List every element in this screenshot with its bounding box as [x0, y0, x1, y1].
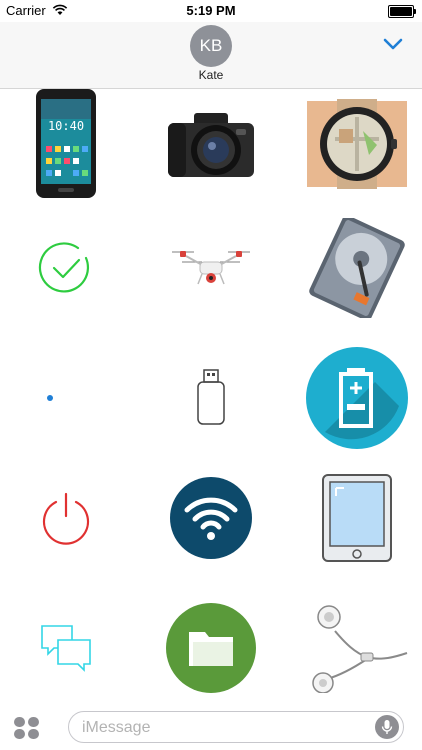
microphone-icon[interactable] [375, 715, 399, 739]
drone-sticker[interactable] [151, 213, 271, 323]
wifi-circle-sticker[interactable] [151, 463, 271, 573]
compose-bar: iMessage [0, 704, 422, 750]
battery-circle-sticker[interactable] [297, 343, 417, 453]
power-button-sticker[interactable] [6, 463, 126, 573]
smartphone-sticker[interactable]: 10:40 [6, 89, 126, 199]
avatar[interactable]: KB [190, 25, 232, 67]
clock: 5:19 PM [186, 3, 236, 18]
smartwatch-map-sticker[interactable] [297, 89, 417, 199]
folder-circle-sticker[interactable] [151, 593, 271, 703]
tablet-sticker[interactable] [297, 463, 417, 573]
conversation-header: KB Kate [0, 22, 422, 89]
message-input[interactable]: iMessage [68, 711, 404, 743]
green-checkmark-sticker[interactable] [6, 213, 126, 323]
message-placeholder: iMessage [82, 719, 151, 736]
earphones-sticker[interactable] [297, 593, 417, 703]
hard-drive-sticker[interactable] [297, 213, 417, 323]
chevron-down-icon[interactable] [382, 35, 404, 53]
status-bar: Carrier 5:19 PM [0, 0, 422, 22]
dslr-camera-sticker[interactable] [151, 89, 271, 199]
battery-icon [388, 5, 416, 18]
app-drawer-icon[interactable] [14, 715, 44, 741]
blue-dot-sticker[interactable] [0, 343, 110, 453]
contact-name[interactable]: Kate [0, 68, 422, 82]
svg-text:10:40: 10:40 [48, 119, 84, 133]
usb-flash-drive-sticker[interactable] [151, 343, 271, 453]
sticker-grid: 10:40 [0, 89, 422, 704]
chat-bubbles-sticker[interactable] [6, 593, 126, 703]
